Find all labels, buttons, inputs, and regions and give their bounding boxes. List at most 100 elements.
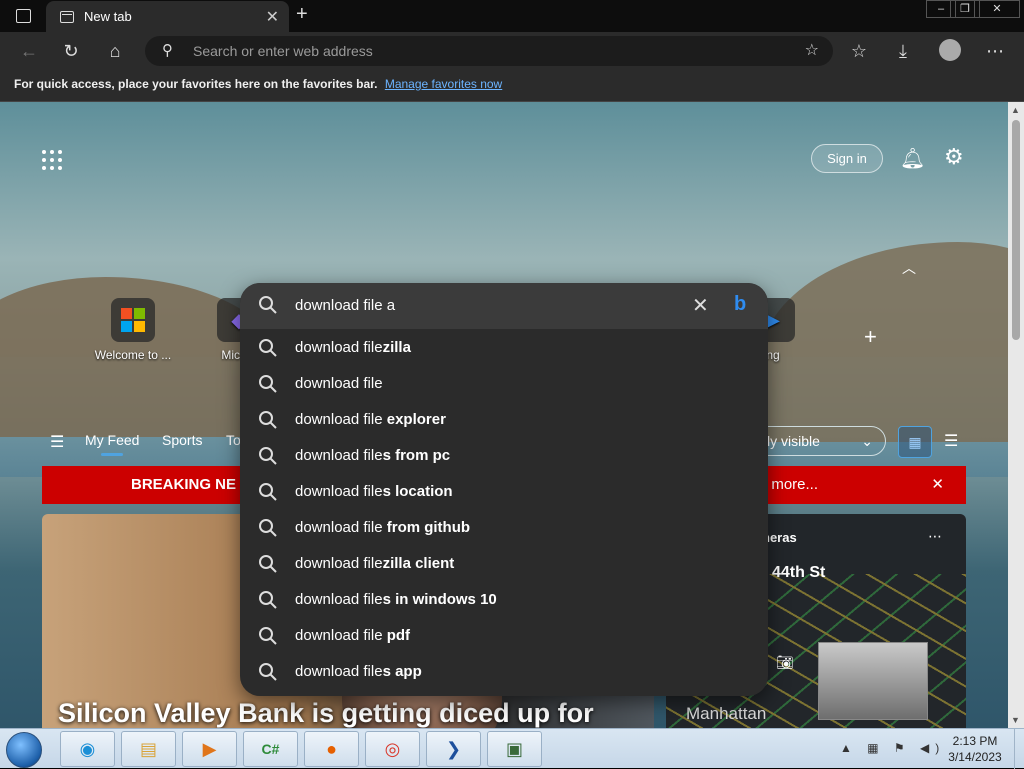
suggestion-prefix: download file [295, 447, 383, 464]
collapse-chevron-icon[interactable]: ︿ [902, 258, 916, 278]
settings-gear-icon[interactable]: ⚙ [944, 144, 964, 170]
search-icon [259, 411, 277, 429]
address-bar[interactable]: ⚲ Search or enter web address ☆ [145, 36, 833, 66]
start-button[interactable] [6, 732, 42, 768]
suggestion-text: download file explorer [295, 411, 446, 428]
more-menu-icon[interactable]: ⋯ [982, 38, 1008, 64]
clear-search-icon[interactable]: ✕ [692, 293, 709, 318]
clock[interactable]: 2:13 PM 3/14/2023 [940, 733, 1010, 765]
new-tab-page: Sign in 🔔︎ ⚙ ︿ Welcome to ... ◆ Micros ▶… [0, 102, 1008, 728]
suggestion-item[interactable]: download file from github [240, 510, 768, 546]
favorites-bar: For quick access, place your favorites h… [0, 70, 1024, 102]
show-desktop-button[interactable] [1014, 729, 1024, 769]
quick-link-welcome[interactable]: Welcome to ... [90, 298, 176, 362]
suggestion-item[interactable]: download filezilla [240, 330, 768, 366]
breaking-news-label: BREAKING NE [131, 476, 237, 493]
grid-view-icon[interactable]: ▦ [898, 426, 932, 458]
search-icon [259, 375, 277, 393]
favorites-icon[interactable]: ☆ [846, 38, 872, 64]
suggestion-completion: zilla client [382, 555, 455, 572]
suggestion-item[interactable]: download file explorer [240, 402, 768, 438]
suggestion-prefix: download file [295, 591, 383, 608]
scrollbar-thumb[interactable] [1012, 120, 1020, 340]
traffic-city: Manhattan [686, 704, 767, 723]
scroll-down-icon[interactable]: ▼ [1011, 715, 1020, 725]
close-banner-icon[interactable]: ✕ [931, 466, 944, 504]
suggestion-item[interactable]: download file pdf [240, 618, 768, 654]
search-icon [259, 483, 277, 501]
suggestion-prefix: download file [295, 555, 383, 572]
traffic-street: 44th St [772, 564, 826, 581]
tab-close-icon[interactable]: ✕ [266, 7, 279, 27]
home-icon[interactable]: ⌂ [102, 38, 128, 64]
suggestion-prefix: download file [295, 627, 383, 644]
suggestion-text: download file from github [295, 519, 470, 536]
list-view-icon[interactable]: ☰ [944, 431, 958, 451]
favorites-bar-text: For quick access, place your favorites h… [14, 77, 378, 91]
quick-link-label: ng [766, 348, 780, 362]
edge-icon[interactable]: ◉ [60, 731, 115, 767]
suggestion-item[interactable]: download filezilla client [240, 546, 768, 582]
tab-title: New tab [84, 9, 132, 24]
tab-actions-icon[interactable] [16, 9, 31, 23]
search-suggestions-panel: download file a ✕ b download filezilla do… [240, 283, 768, 696]
suggestion-completion: explorer [382, 411, 446, 428]
terminal-icon[interactable]: ▣ [487, 731, 542, 767]
file-explorer-icon[interactable]: ▤ [121, 731, 176, 767]
search-icon [259, 591, 277, 609]
suggestion-item[interactable]: download files in windows 10 [240, 582, 768, 618]
tab-new-tab[interactable]: New tab ✕ [46, 1, 289, 32]
suggestion-completion: s from pc [382, 447, 451, 464]
manage-favorites-link[interactable]: Manage favorites now [385, 77, 502, 91]
tab-sports[interactable]: Sports [162, 432, 202, 448]
suggestion-text: download files app [295, 663, 422, 680]
csharp-icon[interactable]: C# [243, 731, 298, 767]
feed-menu-icon[interactable]: ☰ [50, 432, 64, 452]
suggestion-item[interactable]: download file [240, 366, 768, 402]
suggestion-item[interactable]: download files location [240, 474, 768, 510]
suggestion-item[interactable]: download files from pc [240, 438, 768, 474]
search-icon [259, 555, 277, 573]
microsoft-logo-icon [111, 298, 155, 342]
add-shortcut-icon[interactable]: + [864, 324, 877, 350]
close-window-button[interactable]: ✕ [974, 0, 1020, 18]
powershell-icon[interactable]: ❯ [426, 731, 481, 767]
search-input[interactable]: download file a ✕ b [240, 283, 768, 329]
suggestion-text: download files from pc [295, 447, 450, 464]
profile-avatar[interactable] [939, 39, 961, 61]
tab-page-icon [60, 10, 74, 23]
notifications-bell-icon[interactable]: 🔔︎ [900, 146, 925, 171]
scroll-up-icon[interactable]: ▲ [1011, 105, 1020, 115]
browser-toolbar: ← ↻ ⌂ ⚲ Search or enter web address ☆ ☆ … [0, 32, 1024, 70]
suggestion-text: download filezilla [295, 339, 411, 356]
search-icon: ⚲ [162, 42, 173, 59]
tab-truncated[interactable]: To [226, 432, 241, 448]
media-player-icon[interactable]: ▶ [182, 731, 237, 767]
system-tray[interactable]: ▲ ▦ ⚑ ◀) [840, 741, 945, 755]
app-launcher-icon[interactable] [42, 150, 62, 170]
suggestion-text: download file [295, 375, 383, 392]
refresh-icon[interactable]: ↻ [58, 38, 84, 64]
sign-in-button[interactable]: Sign in [811, 144, 883, 173]
bing-logo-icon[interactable]: b [734, 293, 746, 316]
chrome-icon[interactable]: ◎ [365, 731, 420, 767]
card-more-icon[interactable]: ⋯ [928, 528, 942, 545]
back-icon[interactable]: ← [16, 38, 42, 64]
windows-taskbar: ◉ ▤ ▶ C# ● ◎ ❯ ▣ ▲ ▦ ⚑ ◀) 2:13 PM 3/14/2… [0, 728, 1024, 769]
add-favorite-icon[interactable]: ☆ [805, 36, 819, 66]
suggestion-prefix: download file [295, 411, 383, 428]
suggestion-prefix: download file [295, 375, 383, 392]
suggestion-prefix: download file [295, 339, 383, 356]
page-scrollbar[interactable]: ▲ ▼ [1008, 102, 1024, 728]
new-tab-button[interactable]: + [296, 3, 308, 26]
traffic-camera-thumbnail[interactable] [818, 642, 928, 720]
suggestion-item[interactable]: download files app [240, 654, 768, 690]
search-query[interactable]: download file a [295, 297, 395, 314]
firefox-icon[interactable]: ● [304, 731, 359, 767]
search-icon [259, 663, 277, 681]
suggestion-text: download filezilla client [295, 555, 454, 572]
search-icon [259, 296, 277, 314]
downloads-icon[interactable]: ⤓ [890, 38, 916, 64]
news-headline[interactable]: Silicon Valley Bank is getting diced up … [58, 698, 594, 728]
tab-my-feed[interactable]: My Feed [85, 432, 139, 456]
